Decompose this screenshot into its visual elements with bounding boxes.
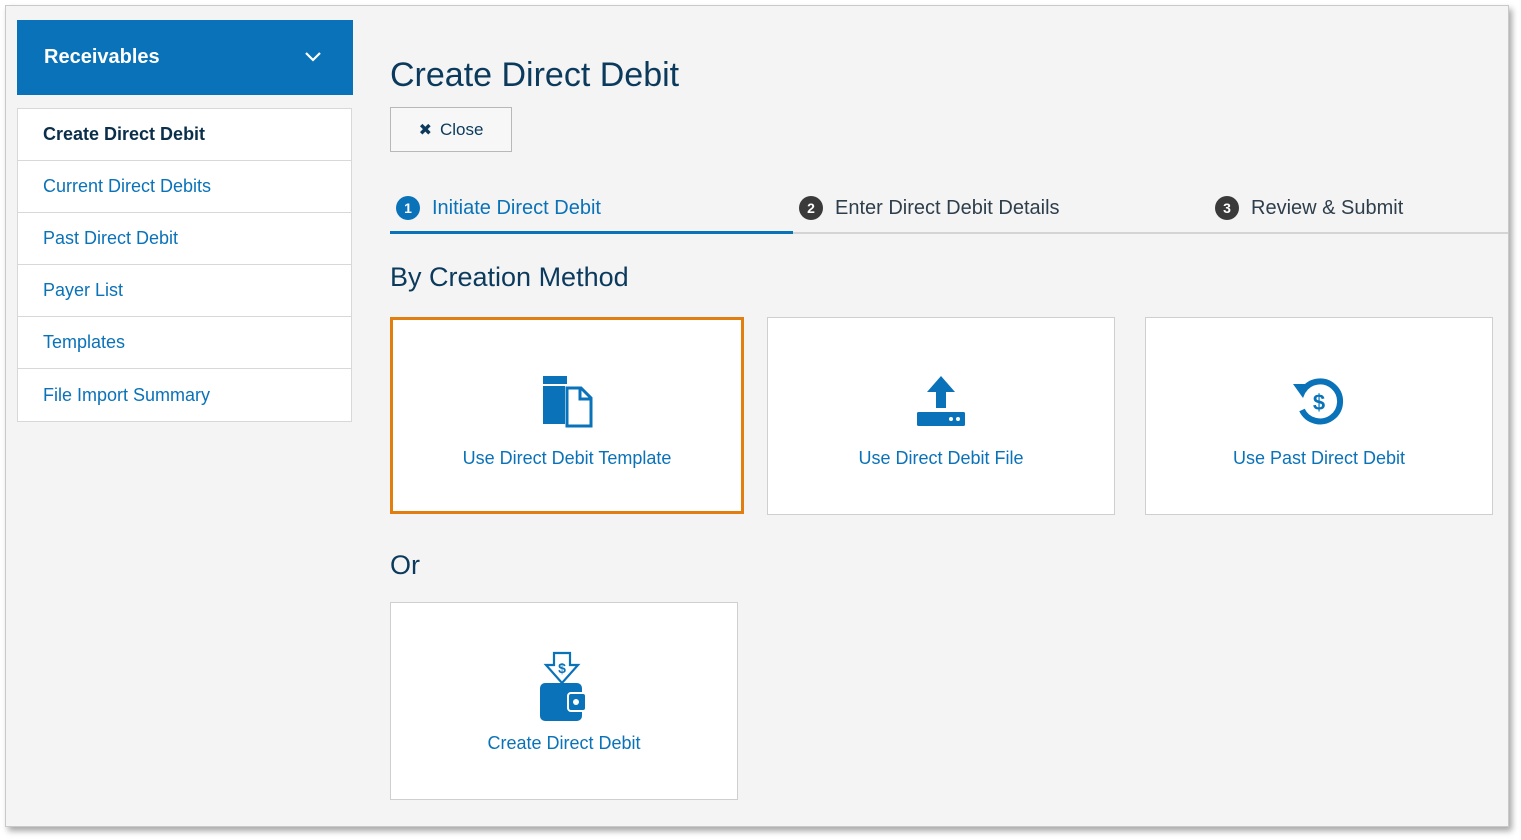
step-label: Enter Direct Debit Details (835, 196, 1060, 219)
create-direct-debit-card[interactable]: $ Create Direct Debit (390, 602, 738, 800)
by-creation-method-title: By Creation Method (390, 262, 629, 292)
step-label: Review & Submit (1251, 196, 1404, 219)
card-label: Use Past Direct Debit (1232, 448, 1406, 468)
sidebar-item-templates[interactable]: Templates (18, 317, 351, 369)
template-icon (543, 376, 593, 428)
receivables-menu-header[interactable]: Receivables (17, 20, 353, 95)
active-step-indicator (390, 231, 793, 234)
use-file-card[interactable]: Use Direct Debit File (767, 317, 1115, 515)
wallet-download-icon: $ (540, 651, 587, 721)
step-number-2: 2 (799, 196, 823, 220)
sidebar-item-payer-list[interactable]: Payer List (18, 265, 351, 317)
chevron-down-icon (305, 52, 321, 62)
step-label: Initiate Direct Debit (432, 196, 601, 219)
step-number-1: 1 (396, 196, 420, 220)
or-title: Or (390, 550, 420, 580)
sidebar-item-create-direct-debit[interactable]: Create Direct Debit (18, 109, 351, 161)
card-label: Use Direct Debit File (858, 448, 1024, 468)
step-number-3: 3 (1215, 196, 1239, 220)
sidebar-item-file-import-summary[interactable]: File Import Summary (18, 369, 351, 421)
svg-text:$: $ (1313, 390, 1325, 415)
card-label: Create Direct Debit (487, 733, 641, 753)
close-label: Close (439, 119, 484, 139)
receivables-title: Receivables (44, 46, 160, 68)
step-initiate[interactable]: 1 Initiate Direct Debit (396, 182, 601, 234)
card-label: Use Direct Debit Template (462, 448, 672, 468)
close-button[interactable]: ✖ Close (390, 107, 512, 152)
sidebar-nav: Create Direct Debit Current Direct Debit… (17, 108, 352, 422)
sidebar-item-current-direct-debits[interactable]: Current Direct Debits (18, 161, 351, 213)
upload-icon (917, 376, 965, 426)
history-dollar-icon: $ (1293, 378, 1344, 425)
page-title: Create Direct Debit (390, 56, 680, 94)
sidebar-item-past-direct-debit[interactable]: Past Direct Debit (18, 213, 351, 265)
use-past-card[interactable]: $ Use Past Direct Debit (1145, 317, 1493, 515)
wizard-steps: 1 Initiate Direct Debit 2 Enter Direct D… (390, 182, 1508, 234)
step-enter-details[interactable]: 2 Enter Direct Debit Details (799, 182, 1060, 234)
app-window: Receivables Create Direct Debit Current … (5, 5, 1509, 827)
close-icon: ✖ (418, 121, 432, 139)
use-template-card[interactable]: Use Direct Debit Template (390, 317, 744, 514)
svg-text:$: $ (558, 660, 566, 676)
step-review-submit[interactable]: 3 Review & Submit (1215, 182, 1403, 234)
